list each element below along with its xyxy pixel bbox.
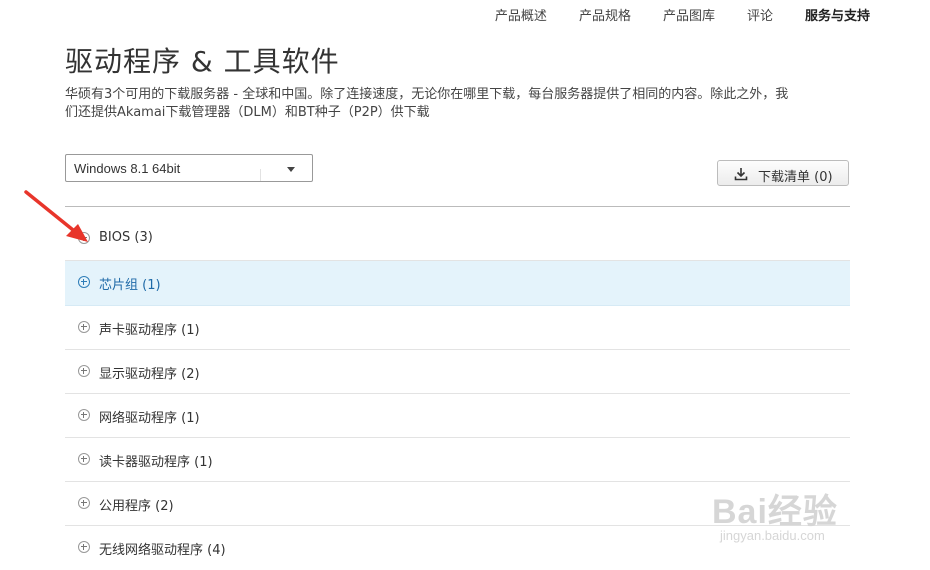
nav-reviews[interactable]: 评论 xyxy=(715,8,773,26)
download-list-label: 下载清单 (0) xyxy=(758,170,833,185)
chevron-down-icon xyxy=(287,167,295,172)
category-row-network[interactable]: 网络驱动程序 (1) xyxy=(65,394,850,438)
intro-line-1: 华硕有3个可用的下载服务器 - 全球和中国。除了连接速度，无论你在哪里下载，每台… xyxy=(65,87,789,102)
category-row-display[interactable]: 显示驱动程序 (2) xyxy=(65,350,850,394)
category-label: 无线网络驱动程序 (4) xyxy=(99,543,226,558)
nav-product-specs[interactable]: 产品规格 xyxy=(547,8,631,26)
category-row-audio[interactable]: 声卡驱动程序 (1) xyxy=(65,306,850,350)
expand-plus-icon[interactable] xyxy=(78,321,90,333)
page-title: 驱动程序 & 工具软件 xyxy=(65,45,340,78)
os-select-dropdown[interactable]: Windows 8.1 64bit xyxy=(65,154,313,182)
category-label: 显示驱动程序 (2) xyxy=(99,367,200,382)
download-icon xyxy=(734,168,748,181)
nav-service-support[interactable]: 服务与支持 xyxy=(773,8,870,26)
red-arrow-annotation xyxy=(24,190,88,242)
category-row-chipset[interactable]: 芯片组 (1) xyxy=(65,261,850,306)
category-label: 声卡驱动程序 (1) xyxy=(99,323,200,338)
category-label: BIOS (3) xyxy=(99,230,153,245)
expand-plus-icon[interactable] xyxy=(78,497,90,509)
os-select-value: Windows 8.1 64bit xyxy=(74,161,181,176)
baidu-watermark: Bai经验 jingyan.baidu.com xyxy=(712,472,892,552)
download-list-button[interactable]: 下载清单 (0) xyxy=(717,160,849,186)
expand-plus-icon[interactable] xyxy=(78,453,90,465)
section-divider xyxy=(65,206,850,207)
expand-plus-icon[interactable] xyxy=(78,541,90,553)
category-row-bios[interactable]: BIOS (3) xyxy=(65,217,850,261)
category-label: 网络驱动程序 (1) xyxy=(99,411,200,426)
os-select-divider xyxy=(260,169,261,181)
watermark-brand: Bai经验 xyxy=(712,493,838,531)
watermark-url: jingyan.baidu.com xyxy=(720,528,825,543)
expand-plus-icon[interactable] xyxy=(78,365,90,377)
intro-line-2: 们还提供Akamai下载管理器（DLM）和BT种子（P2P）供下载 xyxy=(65,105,430,120)
category-label: 公用程序 (2) xyxy=(99,499,174,514)
intro-text: 华硕有3个可用的下载服务器 - 全球和中国。除了连接速度，无论你在哪里下载，每台… xyxy=(65,86,855,122)
category-label: 芯片组 (1) xyxy=(99,278,161,293)
nav-product-gallery[interactable]: 产品图库 xyxy=(631,8,715,26)
nav-product-overview[interactable]: 产品概述 xyxy=(463,8,547,26)
top-nav: 产品概述 产品规格 产品图库 评论 服务与支持 xyxy=(463,8,870,26)
expand-plus-icon[interactable] xyxy=(78,276,90,288)
expand-plus-icon[interactable] xyxy=(78,409,90,421)
category-label: 读卡器驱动程序 (1) xyxy=(99,455,213,470)
